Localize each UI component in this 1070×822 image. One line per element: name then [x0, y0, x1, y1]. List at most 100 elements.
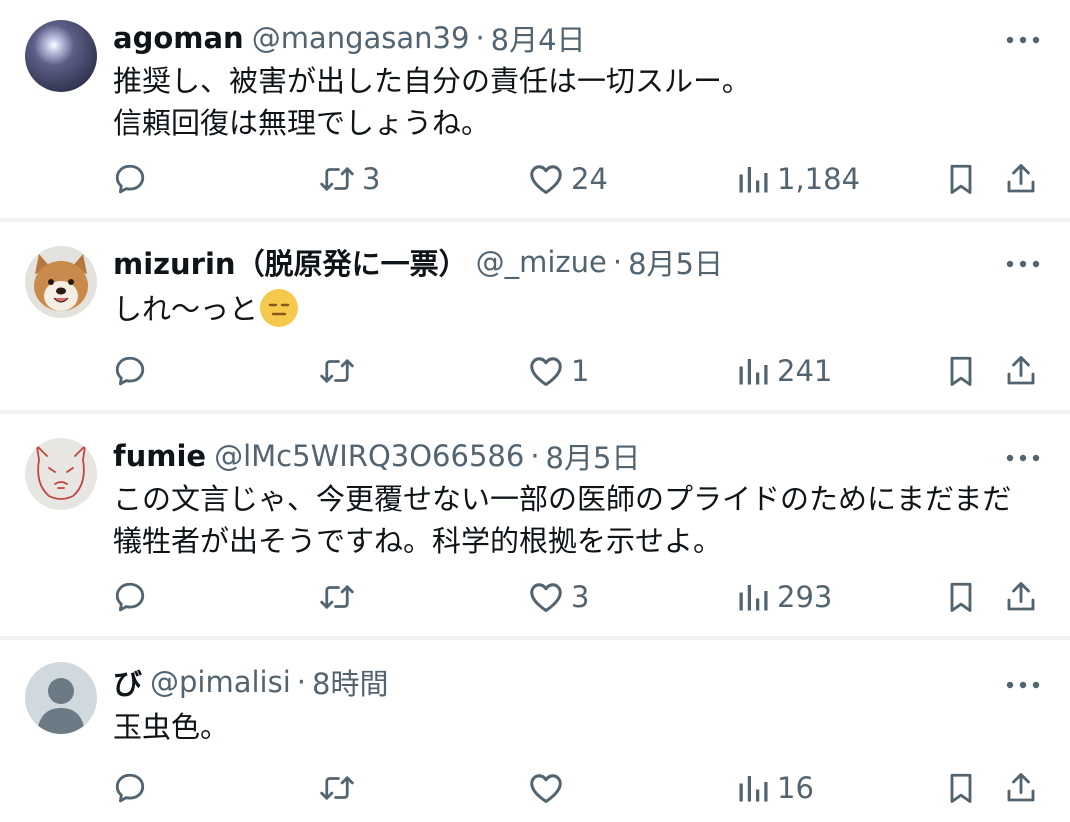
expressionless-face-emoji [260, 289, 299, 327]
author-handle[interactable]: @_mizue [476, 245, 607, 279]
reply-icon [115, 582, 145, 612]
repost-button[interactable] [318, 573, 362, 621]
like-count: 3 [571, 580, 590, 614]
repost-count: 3 [362, 162, 381, 196]
default-avatar [25, 662, 97, 734]
more-button[interactable] [1003, 248, 1043, 280]
separator: · [296, 665, 307, 699]
action-bar: 1 241 [0, 347, 1070, 395]
bookmark-button[interactable] [943, 764, 979, 812]
post-text: 推奨し、被害が出した自分の責任は一切スルー。 信頼回復は無理でしょうね。 [113, 64, 751, 140]
post[interactable]: mizurin（脱原発に一票） @_mizue · 8月5日 しれ〜っと 1 2… [0, 222, 1070, 410]
share-icon [1007, 356, 1035, 385]
author-handle[interactable]: @pimalisi [150, 665, 291, 699]
reply-button[interactable] [112, 573, 154, 621]
views-button[interactable]: 1,184 [735, 155, 860, 203]
like-icon [530, 165, 562, 194]
bookmark-icon [950, 773, 972, 803]
view-count: 293 [777, 580, 833, 614]
more-icon [1006, 36, 1040, 44]
share-button[interactable] [1003, 573, 1039, 621]
share-icon [1007, 773, 1035, 802]
post[interactable]: agoman @mangasan39 · 8月4日 推奨し、被害が出した自分の責… [0, 0, 1070, 218]
views-icon [739, 167, 768, 193]
more-button[interactable] [1003, 442, 1043, 474]
author-name[interactable]: mizurin（脱原発に一票） [113, 241, 468, 283]
post-text: この文言じゃ、今更覆せない一部の医師のプライドのためにまだまだ 犠牲者が出そうで… [113, 482, 1012, 558]
reply-icon [115, 164, 145, 194]
more-button[interactable] [1003, 24, 1043, 56]
dark-orb-avatar [25, 20, 97, 92]
views-button[interactable]: 16 [735, 764, 814, 812]
like-count: 24 [571, 162, 608, 196]
avatar[interactable] [25, 662, 97, 734]
repost-button[interactable] [318, 764, 362, 812]
repost-icon [320, 776, 354, 800]
share-icon [1007, 164, 1035, 193]
bookmark-icon [950, 356, 972, 386]
bookmark-icon [950, 582, 972, 612]
separator: · [475, 21, 485, 55]
post[interactable]: び @pimalisi · 8時間 玉虫色。 16 [0, 640, 1070, 822]
like-icon [530, 583, 562, 612]
share-button[interactable] [1003, 155, 1039, 203]
action-bar: 16 [0, 764, 1070, 812]
like-icon [530, 774, 562, 803]
repost-icon [320, 585, 354, 609]
like-button[interactable] [527, 764, 571, 812]
avatar[interactable] [25, 20, 97, 92]
repost-icon [320, 167, 354, 191]
repost-button[interactable]: 3 [318, 155, 380, 203]
bookmark-button[interactable] [943, 347, 979, 395]
post-time[interactable]: 8月4日 [491, 17, 586, 59]
more-icon [1006, 681, 1040, 689]
action-bar: 3 24 1,184 [0, 155, 1070, 203]
separator: · [612, 245, 623, 279]
share-button[interactable] [1003, 347, 1039, 395]
author-name[interactable]: び [113, 661, 142, 703]
views-icon [739, 585, 768, 611]
post[interactable]: fumie @lMc5WIRQ3O66586 · 8月5日 この文言じゃ、今更覆… [0, 414, 1070, 636]
reply-icon [115, 356, 145, 386]
post-body: しれ〜っと [113, 288, 299, 330]
reply-button[interactable] [112, 347, 154, 395]
dog-avatar [25, 246, 97, 318]
reply-button[interactable] [112, 764, 154, 812]
view-count: 16 [777, 771, 814, 805]
bookmark-button[interactable] [943, 573, 979, 621]
repost-button[interactable] [318, 347, 362, 395]
like-button[interactable]: 24 [527, 155, 608, 203]
more-icon [1006, 454, 1040, 462]
action-bar: 3 293 [0, 573, 1070, 621]
drawn-face-avatar [25, 438, 97, 510]
more-icon [1006, 260, 1040, 268]
views-icon [739, 776, 768, 802]
reply-button[interactable] [112, 155, 154, 203]
views-icon [739, 359, 768, 385]
author-handle[interactable]: @lMc5WIRQ3O66586 [214, 439, 524, 473]
bookmark-button[interactable] [943, 155, 979, 203]
like-button[interactable]: 3 [527, 573, 589, 621]
author-name[interactable]: fumie [113, 439, 206, 473]
share-button[interactable] [1003, 764, 1039, 812]
post-text: しれ〜っと [113, 292, 259, 326]
view-count: 241 [777, 354, 833, 388]
like-icon [530, 357, 562, 386]
post-time[interactable]: 8月5日 [628, 241, 723, 283]
like-button[interactable]: 1 [527, 347, 589, 395]
views-button[interactable]: 293 [735, 573, 832, 621]
avatar[interactable] [25, 246, 97, 318]
author-handle[interactable]: @mangasan39 [252, 21, 470, 55]
post-time[interactable]: 8時間 [312, 661, 388, 703]
post-time[interactable]: 8月5日 [546, 435, 641, 477]
post-text: 玉虫色。 [113, 710, 230, 744]
repost-icon [320, 359, 354, 383]
more-button[interactable] [1003, 669, 1043, 701]
share-icon [1007, 582, 1035, 611]
avatar[interactable] [25, 438, 97, 510]
bookmark-icon [950, 164, 972, 194]
author-name[interactable]: agoman [113, 21, 244, 55]
reply-icon [115, 773, 145, 803]
views-button[interactable]: 241 [735, 347, 832, 395]
view-count: 1,184 [777, 162, 861, 196]
